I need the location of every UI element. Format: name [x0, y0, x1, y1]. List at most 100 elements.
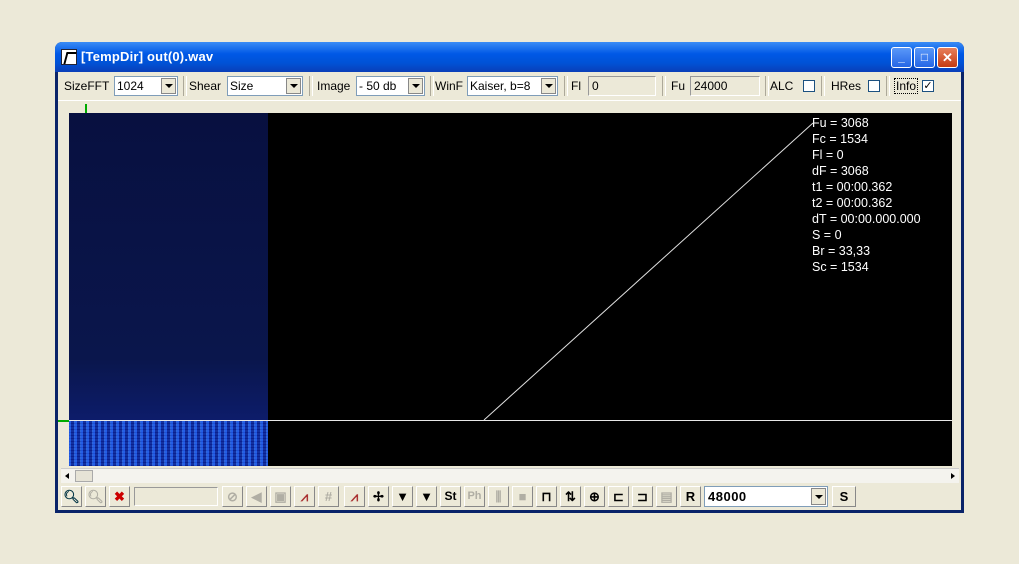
- info-line: S = 0: [812, 228, 842, 242]
- close-icon: ✕: [942, 50, 953, 65]
- grid-icon: #: [324, 489, 333, 504]
- r-icon: R: [685, 489, 696, 504]
- s-button[interactable]: S: [832, 486, 856, 507]
- close-icon: ✖: [114, 489, 125, 504]
- fl-field[interactable]: 0: [588, 76, 656, 96]
- maximize-button[interactable]: □: [914, 47, 935, 68]
- separator: [309, 76, 313, 96]
- chevron-down-icon[interactable]: [541, 78, 556, 94]
- graph-button[interactable]: ⩘: [294, 486, 315, 507]
- frame-button[interactable]: ▣: [270, 486, 291, 507]
- step-button[interactable]: ⊏: [608, 486, 629, 507]
- left-marker: [58, 420, 69, 422]
- swap-button[interactable]: ⇅: [560, 486, 581, 507]
- sound-button[interactable]: ◀: [246, 486, 267, 507]
- chart-icon: ⩘: [350, 489, 359, 504]
- app-icon[interactable]: [61, 49, 77, 65]
- sizefft-select[interactable]: 1024: [114, 76, 178, 96]
- maximize-icon: □: [920, 50, 929, 64]
- stop-button[interactable]: ⊘: [222, 486, 243, 507]
- minimize-icon: _: [898, 50, 905, 64]
- info-line: Fc = 1534: [812, 132, 868, 146]
- minimize-button[interactable]: _: [891, 47, 912, 68]
- sizefft-label: SizeFFT: [64, 79, 110, 93]
- hres-label: HRes: [831, 79, 862, 93]
- zoom-out-icon: 🔍︎: [87, 489, 104, 504]
- alc-label: ALC: [770, 79, 794, 93]
- r-button[interactable]: R: [680, 486, 701, 507]
- shear-value: Size: [230, 79, 254, 93]
- horizontal-scrollbar[interactable]: [61, 468, 959, 483]
- window-function-select[interactable]: Kaiser, b=8: [467, 76, 558, 96]
- up-arrow-icon: ✢: [373, 489, 384, 504]
- scroll-left-icon[interactable]: [65, 473, 69, 479]
- window-function-value: Kaiser, b=8: [470, 79, 531, 93]
- close-button[interactable]: ✕: [937, 47, 958, 68]
- s-icon: S: [839, 489, 849, 504]
- bracket-wave-icon: ⊐: [637, 489, 648, 504]
- winf-label: WinF: [435, 79, 463, 93]
- chevron-down-icon[interactable]: [811, 488, 826, 505]
- separator: [886, 76, 890, 96]
- graph-icon: ⩘: [300, 489, 309, 504]
- samplerate-select[interactable]: 48000: [704, 486, 828, 507]
- chevron-down-icon[interactable]: [161, 78, 176, 94]
- separator: [564, 76, 568, 96]
- grid-button[interactable]: #: [318, 486, 339, 507]
- info-line: Sc = 1534: [812, 260, 869, 274]
- chevron-down-icon[interactable]: [408, 78, 423, 94]
- status-field: [134, 487, 218, 506]
- paste-icon: ▤: [660, 489, 673, 504]
- sc-button[interactable]: St: [440, 486, 461, 507]
- ph-icon: Ph: [467, 490, 482, 502]
- shear-label: Shear: [189, 79, 222, 93]
- scroll-thumb[interactable]: [75, 470, 93, 482]
- bracket-button[interactable]: ⊐: [632, 486, 653, 507]
- shear-select[interactable]: Size: [227, 76, 303, 96]
- bottom-toolbar: 🔍︎ 🔍︎ ✖ ⊘ ◀ ▣ ⩘ # ⩘ ✢ ▼ ▼ St Ph ⫼ ■ ⊓ ⇅ …: [58, 483, 961, 510]
- info-checkbox[interactable]: ✓: [922, 80, 934, 92]
- chevron-down-icon[interactable]: [286, 78, 301, 94]
- fu-label: Fu: [671, 79, 686, 93]
- top-toolbar: SizeFFT 1024 Shear Size Image - 50 db Wi…: [58, 72, 961, 101]
- multi-marker-button[interactable]: ▼: [416, 486, 437, 507]
- sizefft-value: 1024: [117, 79, 144, 93]
- hres-checkbox[interactable]: [868, 80, 880, 92]
- block-button[interactable]: ■: [512, 486, 533, 507]
- zoom-out-button[interactable]: 🔍︎: [85, 486, 106, 507]
- separator: [765, 76, 769, 96]
- window-title: [TempDir] out(0).wav: [81, 49, 214, 64]
- ph-button[interactable]: Ph: [464, 486, 485, 507]
- info-line: t2 = 00:00.362: [812, 196, 893, 210]
- zoom-in-icon: 🔍︎: [63, 489, 80, 504]
- fu-field[interactable]: 24000: [690, 76, 760, 96]
- info-line: Br = 33,33: [812, 244, 871, 258]
- comb-button[interactable]: ⫼: [488, 486, 509, 507]
- title-bar[interactable]: [TempDir] out(0).wav _ □ ✕: [55, 42, 964, 72]
- fl-label: Fl: [571, 79, 581, 93]
- info-label: Info: [894, 78, 919, 94]
- image-label: Image: [317, 79, 351, 93]
- pulse-wave-icon: ⊓: [541, 489, 552, 504]
- image-db-select[interactable]: - 50 db: [356, 76, 425, 96]
- block-icon: ■: [518, 489, 527, 504]
- cancel-button[interactable]: ✖: [109, 486, 130, 507]
- spectrogram-canvas[interactable]: Fu = 3068 Fc = 1534 Fl = 0 dF = 3068 t1 …: [69, 113, 952, 466]
- or-icon: ⊕: [589, 489, 600, 504]
- paste-button[interactable]: ▤: [656, 486, 677, 507]
- alc-checkbox[interactable]: [803, 80, 815, 92]
- chart-button[interactable]: ⩘: [344, 486, 365, 507]
- scroll-right-icon[interactable]: [951, 473, 955, 479]
- pulse-button[interactable]: ⊓: [536, 486, 557, 507]
- info-line: dF = 3068: [812, 164, 869, 178]
- app-window: [TempDir] out(0).wav _ □ ✕ SizeFFT 1024 …: [55, 42, 964, 513]
- down-marker-button[interactable]: ▼: [392, 486, 413, 507]
- step-wave-icon: ⊏: [613, 489, 624, 504]
- or-button[interactable]: ⊕: [584, 486, 605, 507]
- sc-icon: St: [444, 489, 457, 503]
- zoom-in-button[interactable]: 🔍︎: [61, 486, 82, 507]
- up-marker-button[interactable]: ✢: [368, 486, 389, 507]
- comb-icon: ⫼: [495, 489, 502, 504]
- info-readout: Fu = 3068 Fc = 1534 Fl = 0 dF = 3068 t1 …: [812, 115, 921, 275]
- separator: [430, 76, 434, 96]
